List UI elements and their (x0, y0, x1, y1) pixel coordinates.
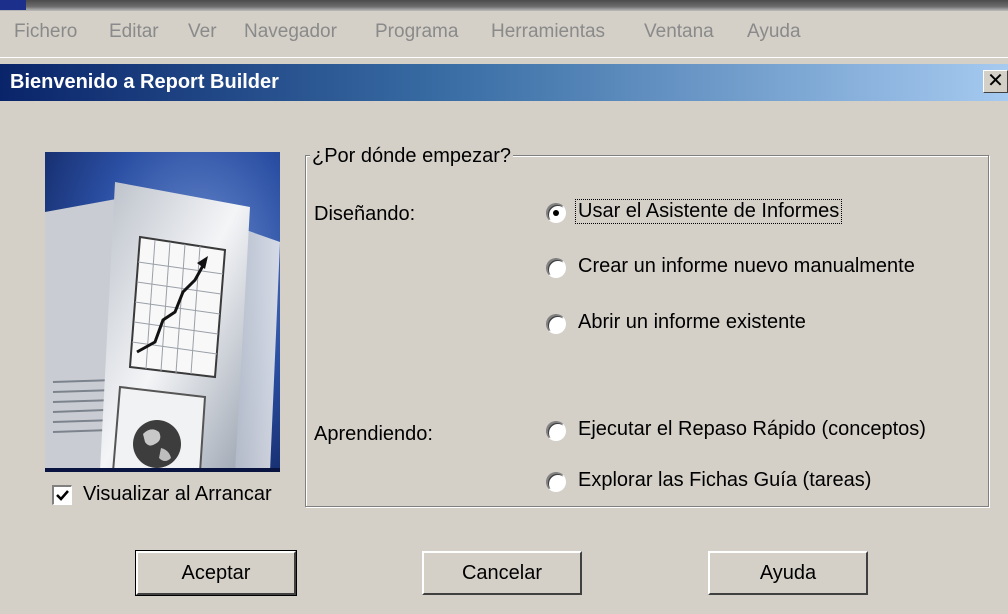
radio-new-report-manual[interactable] (546, 258, 566, 278)
group-legend: ¿Por dónde empezar? (310, 145, 514, 168)
menu-item-programa[interactable]: Programa (375, 21, 458, 43)
close-icon: ✕ (987, 70, 1004, 92)
option-label-open-existing-report: Abrir un informe existente (578, 311, 806, 333)
radio-selected-dot (553, 210, 559, 216)
option-label-cue-cards: Explorar las Fichas Guía (tareas) (578, 469, 872, 491)
window-top-edge (0, 0, 1008, 11)
menu-item-ventana[interactable]: Ventana (644, 21, 714, 43)
show-at-startup-checkbox[interactable] (52, 485, 72, 505)
dialog-title-bar: Bienvenido a Report Builder ✕ (0, 64, 1008, 101)
option-label-quick-tour: Ejecutar el Repaso Rápido (conceptos) (578, 418, 926, 440)
menu-item-fichero[interactable]: Fichero (14, 21, 77, 43)
radio-quick-tour[interactable] (546, 421, 566, 441)
radio-cue-cards[interactable] (546, 472, 566, 492)
radio-report-wizard[interactable] (546, 203, 566, 223)
menu-item-navegador[interactable]: Navegador (244, 21, 337, 43)
menu-bar: Fichero Editar Ver Navegador Programa He… (0, 11, 1008, 58)
cancel-button[interactable]: Cancelar (422, 551, 582, 595)
checkmark-icon (56, 490, 69, 501)
option-label-new-report-manual: Crear un informe nuevo manualmente (578, 255, 915, 277)
app-icon (0, 0, 26, 10)
option-label-report-wizard: Usar el Asistente de Informes (574, 199, 843, 224)
help-button[interactable]: Ayuda (708, 551, 868, 595)
welcome-illustration (45, 152, 280, 472)
menu-item-herramientas[interactable]: Herramientas (491, 21, 605, 43)
dialog-title: Bienvenido a Report Builder (10, 71, 279, 93)
report-builder-window: Fichero Editar Ver Navegador Programa He… (0, 0, 1008, 614)
section-label-designing: Diseñando: (314, 203, 416, 225)
show-at-startup-label: Visualizar al Arrancar (83, 483, 272, 505)
menu-item-ver[interactable]: Ver (188, 21, 217, 43)
section-label-learning: Aprendiendo: (314, 423, 433, 445)
menu-item-editar[interactable]: Editar (109, 21, 159, 43)
ok-button[interactable]: Aceptar (135, 550, 297, 596)
close-button[interactable]: ✕ (983, 70, 1008, 93)
menu-item-ayuda[interactable]: Ayuda (747, 21, 801, 43)
radio-open-existing-report[interactable] (546, 314, 566, 334)
report-documents-image (45, 152, 280, 472)
